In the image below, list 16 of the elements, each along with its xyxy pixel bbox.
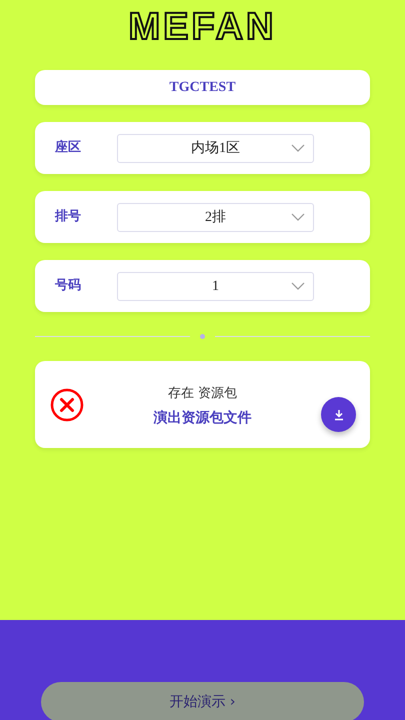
page-indicator-dot [200, 334, 205, 339]
selector-label: 座区 [55, 138, 82, 158]
resource-title: 演出资源包文件 [152, 408, 252, 428]
download-button[interactable] [321, 397, 356, 432]
dropdown-select[interactable]: 2排 [117, 202, 314, 232]
event-name: TGCTEST [168, 79, 237, 97]
download-icon [332, 408, 344, 420]
chevron-down-icon [291, 282, 305, 290]
dropdown-select[interactable]: 内场1区 [117, 134, 314, 162]
selector-label: 号码 [55, 277, 82, 296]
selector-label: 排号 [55, 208, 82, 226]
mefan-logo: MEFAN [128, 5, 276, 46]
dropdown-select[interactable]: 1 [117, 272, 314, 300]
chevron-down-icon [291, 212, 305, 220]
resource-status-text: 存在 资源包 [166, 385, 238, 404]
chevron-down-icon [291, 144, 305, 152]
